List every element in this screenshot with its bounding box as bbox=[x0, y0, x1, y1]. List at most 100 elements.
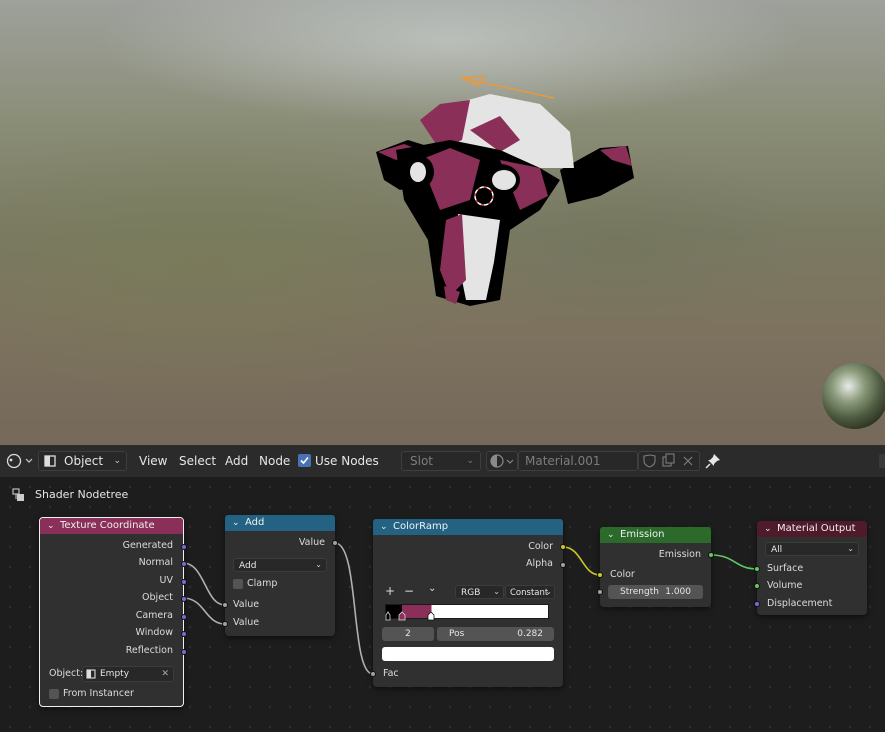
color-mode-value: RGB bbox=[461, 588, 481, 598]
node-header[interactable]: ⌄ Add bbox=[225, 515, 335, 531]
link-object-to-add bbox=[182, 597, 226, 625]
output-socket[interactable] bbox=[181, 614, 187, 620]
output-label: Alpha bbox=[525, 558, 553, 569]
use-nodes-checkbox[interactable] bbox=[298, 454, 311, 467]
menu-view[interactable]: View bbox=[139, 451, 167, 471]
output-socket[interactable] bbox=[560, 562, 566, 568]
fake-user-shield-icon[interactable] bbox=[643, 454, 656, 468]
collapse-chevron-icon[interactable]: ⌄ bbox=[380, 519, 388, 535]
output-socket[interactable] bbox=[181, 579, 187, 585]
input-socket[interactable] bbox=[222, 621, 228, 627]
node-emission[interactable]: ⌄ Emission Emission Color Strength 1.000 bbox=[597, 527, 714, 607]
object-mode-dropdown[interactable]: Object ⌄ bbox=[38, 451, 127, 471]
node-editor-icon bbox=[6, 453, 33, 469]
light-direction-icon[interactable] bbox=[459, 75, 555, 99]
node-header[interactable]: ⌄ Texture Coordinate bbox=[40, 518, 183, 534]
color-mode-dropdown[interactable]: RGB ⌄ bbox=[455, 585, 504, 599]
node-texture-coordinate[interactable]: ⌄ Texture Coordinate Generated Normal UV… bbox=[39, 517, 187, 707]
input-socket[interactable] bbox=[370, 671, 376, 677]
output-label: Window bbox=[135, 627, 173, 638]
duplicate-icon[interactable] bbox=[662, 453, 675, 467]
output-socket[interactable] bbox=[181, 544, 187, 550]
pin-icon[interactable] bbox=[704, 452, 722, 470]
output-socket[interactable] bbox=[560, 544, 566, 550]
node-title: Add bbox=[245, 517, 265, 528]
chevron-down-icon: ⌄ bbox=[113, 456, 121, 466]
hdri-preview-sphere bbox=[822, 363, 885, 429]
material-name-field[interactable]: Material.001 bbox=[518, 451, 638, 471]
menu-select[interactable]: Select bbox=[179, 451, 216, 471]
close-icon[interactable] bbox=[683, 456, 693, 466]
interpolation-dropdown[interactable]: Constant ⌄ bbox=[505, 585, 555, 599]
chevron-down-icon: ⌄ bbox=[493, 587, 500, 596]
material-browse-button[interactable] bbox=[486, 451, 518, 471]
editor-type-dropdown[interactable] bbox=[4, 451, 34, 471]
ramp-menu-chevron-icon[interactable]: ⌄ bbox=[428, 583, 436, 594]
collapse-chevron-icon[interactable]: ⌄ bbox=[607, 527, 615, 543]
chevron-down-icon: ⌄ bbox=[315, 560, 322, 569]
output-socket[interactable] bbox=[181, 649, 187, 655]
use-nodes-label: Use Nodes bbox=[315, 454, 379, 468]
operation-dropdown[interactable]: Add ⌄ bbox=[233, 558, 327, 572]
input-socket[interactable] bbox=[754, 583, 760, 589]
stop-position-field[interactable]: Pos 0.282 bbox=[437, 627, 554, 641]
active-stop-index[interactable]: 2 bbox=[382, 627, 434, 641]
3d-viewport[interactable] bbox=[0, 0, 885, 445]
node-header[interactable]: ⌄ Emission bbox=[600, 527, 711, 543]
input-socket[interactable] bbox=[222, 602, 228, 608]
node-math-add[interactable]: ⌄ Add Value Add ⌄ Clamp Value Value bbox=[222, 515, 338, 636]
output-label: Camera bbox=[135, 610, 173, 621]
collapse-chevron-icon[interactable]: ⌄ bbox=[764, 521, 772, 537]
output-label: UV bbox=[159, 575, 173, 586]
output-socket[interactable] bbox=[332, 540, 338, 546]
node-material-output[interactable]: ⌄ Material Output All ⌄ Surface Volume D… bbox=[754, 521, 867, 615]
output-socket[interactable] bbox=[181, 596, 187, 602]
slot-dropdown[interactable]: Slot ⌄ bbox=[401, 451, 481, 471]
strength-label: Strength bbox=[620, 587, 659, 597]
output-label: Reflection bbox=[125, 645, 173, 656]
material-name: Material.001 bbox=[525, 454, 601, 468]
menu-node[interactable]: Node bbox=[259, 451, 290, 471]
output-label: Normal bbox=[138, 557, 173, 568]
input-label: Fac bbox=[383, 668, 399, 679]
ramp-gradient-bar[interactable] bbox=[385, 604, 549, 621]
output-socket[interactable] bbox=[181, 561, 187, 567]
from-instancer-checkbox[interactable] bbox=[49, 689, 59, 699]
output-label: Emission bbox=[658, 549, 701, 560]
header-overflow[interactable] bbox=[879, 454, 885, 468]
link-emission-to-output bbox=[710, 554, 758, 570]
node-title: Emission bbox=[620, 529, 665, 540]
suzanne-mesh[interactable] bbox=[376, 94, 634, 306]
output-label: Generated bbox=[122, 540, 173, 551]
clamp-label: Clamp bbox=[247, 578, 278, 589]
color-stop-marker[interactable] bbox=[398, 611, 406, 621]
target-dropdown[interactable]: All ⌄ bbox=[765, 542, 859, 556]
node-colorramp[interactable]: ⌄ ColorRamp Color Alpha + − ⌄ RGB ⌄ Cons… bbox=[370, 519, 566, 687]
color-stop-marker[interactable] bbox=[385, 611, 391, 621]
input-socket[interactable] bbox=[597, 589, 603, 595]
node-editor-header: Object ⌄ View Select Add Node Use Nodes … bbox=[0, 445, 885, 477]
collapse-chevron-icon[interactable]: ⌄ bbox=[232, 515, 240, 531]
material-actions bbox=[638, 451, 700, 471]
collapse-chevron-icon[interactable]: ⌄ bbox=[47, 518, 55, 534]
node-header[interactable]: ⌄ Material Output bbox=[757, 521, 867, 537]
output-socket[interactable] bbox=[181, 631, 187, 637]
object-field[interactable]: Empty ✕ bbox=[82, 666, 174, 682]
input-socket[interactable] bbox=[597, 572, 603, 578]
strength-field[interactable]: Strength 1.000 bbox=[608, 585, 703, 599]
input-socket[interactable] bbox=[754, 566, 760, 572]
input-socket[interactable] bbox=[754, 601, 760, 607]
add-stop-button[interactable]: + bbox=[385, 584, 395, 598]
menu-add[interactable]: Add bbox=[225, 451, 248, 471]
node-canvas[interactable]: Shader Nodetree ⌄ Texture Coordinate Gen… bbox=[0, 477, 885, 732]
close-icon[interactable]: ✕ bbox=[161, 667, 169, 681]
color-stop-marker[interactable] bbox=[427, 611, 435, 621]
remove-stop-button[interactable]: − bbox=[404, 584, 414, 598]
active-stop-index-value: 2 bbox=[405, 629, 411, 639]
input-label: Volume bbox=[767, 580, 803, 591]
node-header[interactable]: ⌄ ColorRamp bbox=[373, 519, 563, 535]
clamp-checkbox[interactable] bbox=[233, 579, 243, 589]
stop-color-swatch[interactable] bbox=[382, 647, 554, 661]
object-icon bbox=[86, 669, 96, 679]
output-socket[interactable] bbox=[708, 552, 714, 558]
